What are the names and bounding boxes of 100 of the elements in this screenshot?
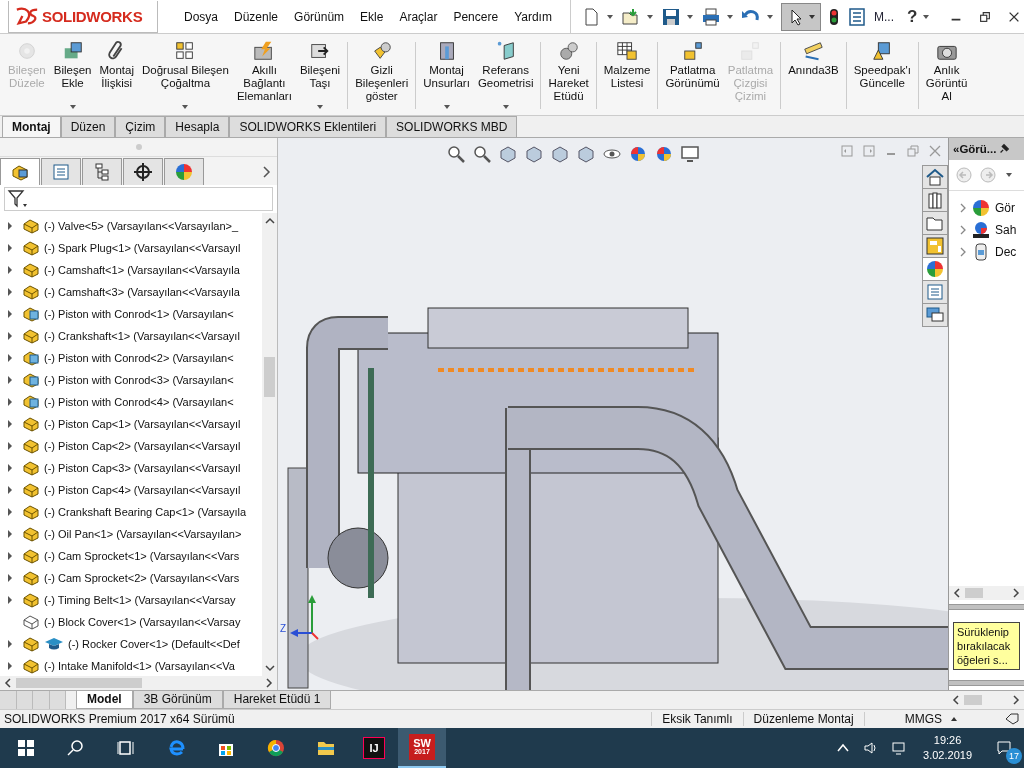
scroll-thumb[interactable] [964, 695, 982, 706]
menu-item[interactable]: Yardım [514, 9, 552, 24]
expand-arrow-icon[interactable] [6, 441, 14, 452]
command-tab[interactable]: Düzen [60, 116, 116, 138]
expand-arrow-icon[interactable] [6, 661, 14, 672]
expand-arrow-icon[interactable] [6, 507, 14, 518]
tree-item[interactable]: (-) Intake Manifold<1> (Varsayılan<<Va [44, 660, 235, 673]
expand-arrow-icon[interactable] [6, 551, 14, 562]
expand-arrow-icon[interactable] [6, 221, 14, 232]
tree-item[interactable]: (-) Spark Plug<1> (Varsayılan<<Varsayıl [44, 242, 241, 255]
panel-tab[interactable] [123, 158, 163, 186]
task-pane-item[interactable]: Sah [995, 223, 1017, 238]
browser-e-icon[interactable] [166, 738, 186, 758]
expand-arrow-icon[interactable] [6, 287, 14, 298]
ribbon-button[interactable]: Montaj Unsurları [419, 38, 474, 116]
chevron-right-icon[interactable] [959, 247, 967, 258]
network-icon[interactable] [891, 740, 908, 756]
scroll-thumb[interactable] [264, 357, 275, 398]
tree-item[interactable]: (-) Piston with Conrod<2> (Varsayılan< [44, 352, 234, 365]
clock-time[interactable]: 19:26 [933, 733, 962, 748]
horizontal-scrollbar[interactable] [0, 676, 277, 691]
expand-arrow-icon[interactable] [6, 331, 14, 342]
expand-arrow-icon[interactable] [6, 529, 14, 540]
expand-arrow-icon[interactable] [6, 485, 14, 496]
expand-arrow-icon[interactable] [6, 595, 14, 606]
task-pane-tab[interactable] [922, 257, 948, 282]
tree-item[interactable]: (-) Cam Sprocket<1> (Varsayılan<<Vars [44, 550, 240, 563]
options-list-icon[interactable] [847, 6, 867, 27]
model-tab[interactable]: Model [76, 691, 133, 710]
clock-date[interactable]: 3.02.2019 [923, 748, 972, 763]
options-button[interactable]: M... [874, 9, 894, 24]
expand-arrow-icon[interactable] [6, 397, 14, 408]
tile-right-icon[interactable] [862, 144, 876, 159]
units-selector[interactable]: MMGS [863, 712, 950, 727]
resize-handle[interactable] [135, 144, 142, 151]
command-tab[interactable]: Hesapla [165, 116, 230, 138]
expand-arrow-icon[interactable] [6, 243, 14, 254]
command-tab[interactable]: Çizim [115, 116, 166, 138]
search-icon[interactable] [66, 738, 86, 758]
ribbon-button[interactable]: Patlatma Görünümü [661, 38, 724, 116]
command-tab[interactable]: Montaj [2, 116, 61, 138]
task-pane-tab[interactable] [922, 211, 948, 236]
ribbon-button[interactable]: Speedpak'ı Güncelle [849, 38, 915, 116]
model-tab[interactable]: Hareket Etüdü 1 [222, 691, 332, 710]
tree-item[interactable]: (-) Timing Belt<1> (Varsayılan<<Varsay [44, 594, 236, 607]
ribbon-button[interactable]: Anlık Görüntü Al [921, 38, 972, 116]
expand-arrow-icon[interactable] [6, 639, 14, 650]
scroll-thumb[interactable] [16, 678, 142, 689]
task-pane-tab[interactable] [922, 303, 948, 328]
filter-field[interactable] [4, 187, 273, 212]
dropdown-arrow-icon[interactable] [607, 14, 613, 19]
open-folder-icon[interactable] [621, 6, 641, 27]
ribbon-button[interactable]: Akıllı Bağlantı Elemanları [232, 38, 296, 116]
tree-item[interactable]: (-) Piston with Conrod<4> (Varsayılan< [44, 396, 234, 409]
dropdown-arrow-icon[interactable] [443, 105, 450, 110]
expand-arrow-icon[interactable] [6, 463, 14, 474]
dropdown-arrow-icon[interactable] [502, 105, 509, 110]
ribbon-button[interactable]: Malzeme Listesi [599, 38, 655, 116]
display-icon[interactable] [680, 144, 700, 165]
caret-icon[interactable] [950, 716, 958, 723]
dropdown-arrow-icon[interactable] [767, 14, 773, 19]
expand-arrow-icon[interactable] [6, 573, 14, 584]
dropdown-arrow-icon[interactable] [687, 14, 693, 19]
ribbon-button[interactable]: Bileşeni Taşı [295, 38, 345, 116]
zoom-area-icon[interactable] [472, 144, 492, 165]
expand-arrow-icon[interactable] [6, 309, 14, 320]
ribbon-button[interactable]: Doğrusal Bileşen Çoğaltma [137, 38, 233, 116]
command-tab[interactable]: SOLIDWORKS Eklentileri [229, 116, 387, 138]
horizontal-scrollbar[interactable] [949, 586, 1024, 601]
task-view-icon[interactable] [116, 738, 136, 758]
tree-item[interactable]: (-) Piston Cap<3> (Varsayılan<<Varsayıl [44, 462, 241, 475]
menu-item[interactable]: Dosya [184, 9, 218, 24]
dropdown-arrow-icon[interactable] [647, 14, 653, 19]
ribbon-button[interactable]: Bileşen Ekle [49, 38, 96, 116]
tree-item[interactable]: (-) Cam Sprocket<2> (Varsayılan<<Vars [44, 572, 240, 585]
task-pane-item[interactable]: Dec [995, 245, 1017, 260]
tree-item[interactable]: (-) Oil Pan<1> (Varsayılan<<Varsayılan> [44, 528, 242, 541]
dropdown-arrow-icon[interactable] [69, 105, 76, 110]
menu-item[interactable]: Araçlar [399, 9, 438, 24]
chevron-right-icon[interactable] [959, 203, 967, 214]
taskbar-app-button[interactable]: IJ [350, 728, 398, 768]
tree-item[interactable]: (-) Camshaft<3> (Varsayılan<<Varsayıla [44, 286, 240, 299]
ribbon-button[interactable]: Montaj İlişkisi [95, 38, 138, 116]
dropdown-arrow-icon[interactable] [182, 105, 189, 110]
tree-item[interactable]: (-) Camshaft<1> (Varsayılan<<Varsayıla [44, 264, 240, 277]
tree-item[interactable]: (-) Piston with Conrod<3> (Varsayılan< [44, 374, 234, 387]
tree-item[interactable]: (-) Piston Cap<4> (Varsayılan<<Varsayıl [44, 484, 241, 497]
help-button[interactable]: ? [907, 6, 918, 27]
save-icon[interactable] [661, 6, 681, 27]
expand-arrow-icon[interactable] [6, 353, 14, 364]
dropdown-arrow-icon[interactable] [923, 14, 930, 19]
ribbon-button[interactable]: Yeni Hareket Etüdü [544, 38, 593, 116]
expand-arrow-icon[interactable] [6, 419, 14, 430]
ribbon-button[interactable]: Anında3B [784, 38, 843, 116]
expand-arrow-icon[interactable] [6, 375, 14, 386]
task-pane-tab[interactable] [922, 188, 948, 213]
task-pane-tab[interactable] [922, 234, 948, 259]
model-tab[interactable]: 3B Görünüm [132, 691, 223, 710]
expand-arrow-icon[interactable] [6, 265, 14, 276]
tree-item[interactable]: (-) Piston Cap<2> (Varsayılan<<Varsayıl [44, 440, 241, 453]
